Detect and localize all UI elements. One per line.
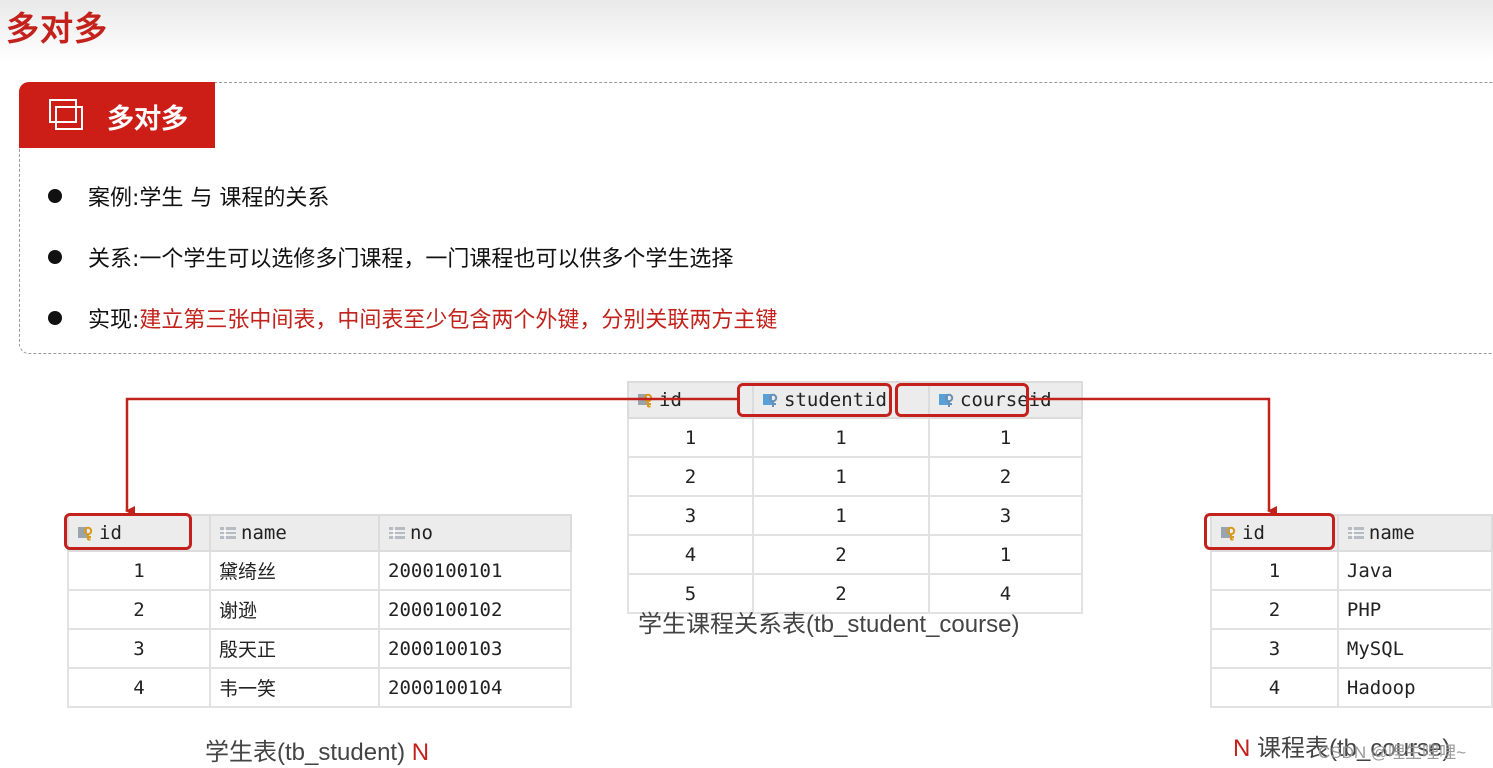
relationship-arrows bbox=[125, 397, 1277, 516]
studentid-to-student-id-arrow bbox=[125, 397, 737, 516]
watermark: CSDN @哩生哩哩~ bbox=[1318, 743, 1467, 762]
courseid-to-course-id-arrow bbox=[1029, 397, 1277, 516]
